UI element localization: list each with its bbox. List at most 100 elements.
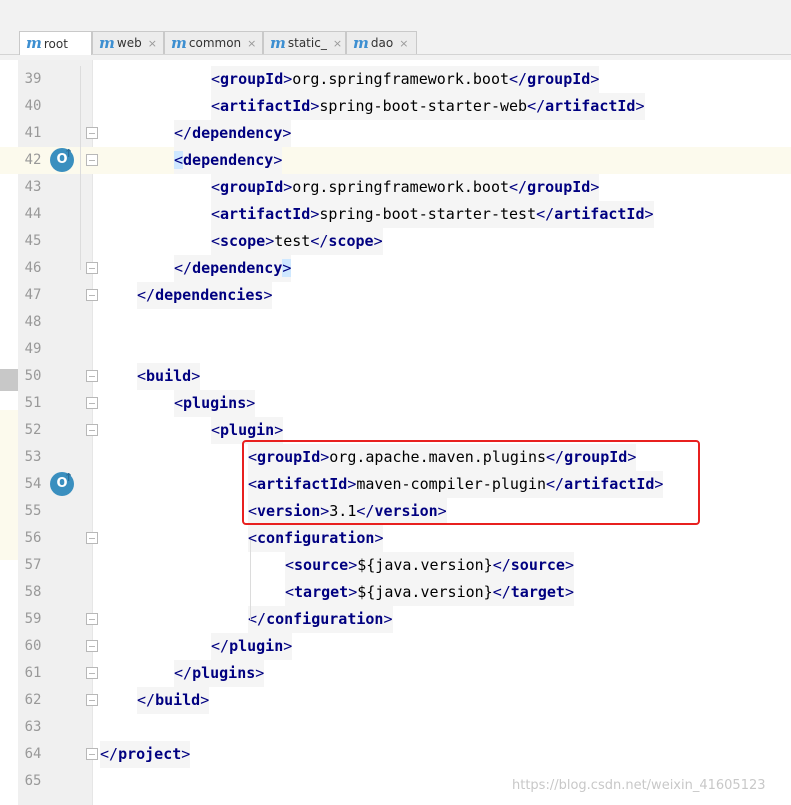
tab-common[interactable]: m common ×: [164, 31, 263, 54]
xml-bracket: >: [635, 97, 645, 115]
code-line[interactable]: 57 <source>${java.version}</source>: [0, 552, 791, 579]
line-number: 52: [24, 422, 42, 438]
xml-tag-name: groupId: [220, 70, 284, 88]
fold-collapse-icon[interactable]: [86, 424, 98, 436]
xml-bracket: </: [174, 664, 193, 682]
xml-bracket: >: [181, 745, 191, 763]
code-line[interactable]: 51 <plugins>: [0, 390, 791, 417]
xml-bracket: </: [310, 232, 329, 250]
xml-bracket: >: [590, 178, 600, 196]
code-line[interactable]: 48: [0, 309, 791, 336]
xml-text: ${java.version}: [357, 556, 493, 574]
xml-bracket: >: [644, 205, 654, 223]
line-number: 56: [24, 530, 42, 546]
xml-bracket: <: [211, 70, 221, 88]
code-text: <groupId>org.springframework.boot</group…: [211, 174, 600, 201]
fold-collapse-icon[interactable]: [86, 370, 98, 382]
code-line[interactable]: 56 <configuration>: [0, 525, 791, 552]
code-text: <dependency>: [174, 147, 283, 174]
xml-tag-name: build: [146, 367, 192, 385]
line-number: 42: [24, 152, 42, 168]
code-text: </dependency>: [174, 255, 292, 282]
code-line[interactable]: 62 </build>: [0, 687, 791, 714]
tab-root[interactable]: m root: [19, 31, 92, 55]
code-line[interactable]: 43 <groupId>org.springframework.boot</gro…: [0, 174, 791, 201]
close-icon[interactable]: ×: [247, 37, 256, 50]
fold-end-icon[interactable]: [86, 694, 98, 706]
tab-static[interactable]: m static_ ×: [263, 31, 346, 54]
line-number: 51: [24, 395, 42, 411]
tab-web[interactable]: m web ×: [92, 31, 164, 54]
maven-module-icon: m: [99, 33, 115, 52]
xml-bracket: <: [211, 205, 221, 223]
code-line[interactable]: 42 O ↑ <dependency>: [0, 147, 791, 174]
xml-tag-name: build: [155, 691, 201, 709]
xml-tag-name: source: [510, 556, 565, 574]
xml-text: org.springframework.boot: [292, 178, 510, 196]
code-line[interactable]: 63: [0, 714, 791, 741]
close-icon[interactable]: ×: [399, 37, 408, 50]
indent-guide: [250, 540, 251, 620]
xml-tag-name: artifactId: [545, 97, 636, 115]
code-line[interactable]: 61 </plugins>: [0, 660, 791, 687]
code-line[interactable]: 60 </plugin>: [0, 633, 791, 660]
close-icon[interactable]: ×: [148, 37, 157, 50]
fold-end-icon[interactable]: [86, 127, 98, 139]
xml-bracket: </: [492, 556, 511, 574]
xml-tag-name: scope: [220, 232, 266, 250]
xml-bracket: >: [263, 286, 273, 304]
maven-module-icon: m: [26, 34, 42, 52]
code-line[interactable]: 49: [0, 336, 791, 363]
xml-bracket: >: [374, 529, 384, 547]
fold-end-icon[interactable]: [86, 640, 98, 652]
fold-end-icon[interactable]: [86, 748, 98, 760]
line-number: 55: [24, 503, 42, 519]
code-line[interactable]: 58 <target>${java.version}</target>: [0, 579, 791, 606]
overrides-parent-icon[interactable]: O ↑: [50, 147, 74, 172]
line-number: 47: [24, 287, 42, 303]
xml-tag-name: artifactId: [220, 205, 311, 223]
code-line[interactable]: 50 <build>: [0, 363, 791, 390]
close-icon[interactable]: ×: [333, 37, 342, 50]
line-number: 44: [24, 206, 42, 222]
overrides-parent-icon[interactable]: O ↑: [50, 471, 74, 496]
code-line[interactable]: 59 </configuration>: [0, 606, 791, 633]
line-number: 45: [24, 233, 42, 249]
code-line[interactable]: 45 <scope>test</scope>: [0, 228, 791, 255]
code-text: <scope>test</scope>: [211, 228, 383, 255]
xml-bracket: >: [282, 259, 292, 277]
tab-label: static_: [287, 36, 327, 50]
code-line[interactable]: 47 </dependencies>: [0, 282, 791, 309]
fold-collapse-icon[interactable]: [86, 154, 98, 166]
tab-label: common: [188, 36, 242, 50]
code-line[interactable]: 44 <artifactId>spring-boot-starter-test</…: [0, 201, 791, 228]
xml-bracket: <: [285, 583, 295, 601]
tab-dao[interactable]: m dao ×: [346, 31, 417, 54]
xml-bracket: <: [211, 232, 221, 250]
xml-text: spring-boot-starter-web: [319, 97, 528, 115]
xml-tag-name: dependency: [192, 259, 283, 277]
fold-collapse-icon[interactable]: [86, 397, 98, 409]
fold-end-icon[interactable]: [86, 289, 98, 301]
xml-tag-name: plugins: [192, 664, 256, 682]
code-line[interactable]: 40 <artifactId>spring-boot-starter-web</a…: [0, 93, 791, 120]
fold-collapse-icon[interactable]: [86, 532, 98, 544]
code-line[interactable]: 39 <groupId>org.springframework.boot</gro…: [0, 66, 791, 93]
xml-tag-name: plugins: [183, 394, 247, 412]
xml-bracket: >: [200, 691, 210, 709]
code-line[interactable]: 46 </dependency>: [0, 255, 791, 282]
xml-bracket: </: [509, 70, 528, 88]
code-text: <artifactId>spring-boot-starter-web</art…: [211, 93, 645, 120]
xml-bracket: </: [174, 124, 193, 142]
xml-tag-name: target: [510, 583, 565, 601]
xml-tag-name: dependencies: [155, 286, 264, 304]
xml-tag-name: plugin: [220, 421, 275, 439]
code-line[interactable]: 64 </project>: [0, 741, 791, 768]
fold-end-icon[interactable]: [86, 262, 98, 274]
xml-tag-name: dependency: [192, 124, 283, 142]
code-line[interactable]: 41 </dependency>: [0, 120, 791, 147]
maven-module-icon: m: [270, 33, 286, 52]
xml-bracket: >: [283, 70, 293, 88]
fold-end-icon[interactable]: [86, 613, 98, 625]
fold-end-icon[interactable]: [86, 667, 98, 679]
